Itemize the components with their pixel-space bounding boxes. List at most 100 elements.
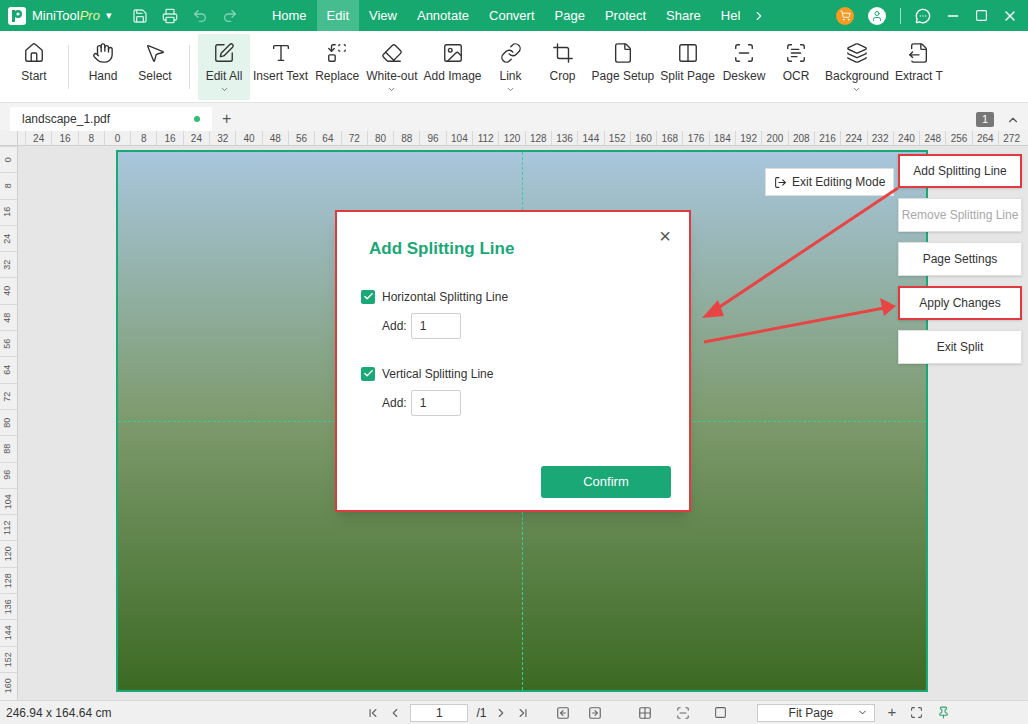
confirm-button[interactable]: Confirm bbox=[541, 466, 671, 498]
menu-item[interactable]: Edit bbox=[317, 0, 359, 31]
toolbar-button[interactable]: Edit All bbox=[198, 34, 250, 100]
tool-icon bbox=[908, 42, 930, 64]
ruler-label: 152 bbox=[0, 646, 17, 672]
menu-item[interactable]: Convert bbox=[479, 0, 545, 31]
exit-icon bbox=[774, 176, 787, 189]
menu-item[interactable]: Home bbox=[262, 0, 317, 31]
add-tab-button[interactable]: + bbox=[222, 107, 231, 131]
toolbar-button[interactable]: OCR bbox=[770, 34, 822, 100]
toolbar-separator bbox=[189, 45, 190, 89]
minimize-icon[interactable] bbox=[945, 8, 961, 24]
dialog-close-button[interactable]: × bbox=[659, 226, 671, 246]
ruler-label: 192 bbox=[735, 131, 761, 145]
ruler-label: 160 bbox=[0, 672, 17, 698]
toolbar-button[interactable]: Deskew bbox=[718, 34, 770, 100]
ruler-label: 8 bbox=[130, 131, 156, 145]
ruler-label: 8 bbox=[0, 172, 17, 198]
ruler-label: 96 bbox=[419, 131, 445, 145]
pin-icon[interactable] bbox=[937, 706, 950, 719]
toolbar-button[interactable]: Background bbox=[822, 34, 892, 100]
split-menu-item[interactable]: Page Settings bbox=[898, 242, 1022, 276]
last-page-icon[interactable] bbox=[516, 706, 530, 720]
dialog-title: Add Splitting Line bbox=[369, 236, 514, 262]
toolbar-button[interactable]: Page Setup bbox=[589, 34, 658, 100]
next-view-icon[interactable] bbox=[588, 706, 602, 720]
ruler-label: 168 bbox=[656, 131, 682, 145]
checkbox[interactable] bbox=[361, 367, 375, 381]
page-layout-icon[interactable] bbox=[638, 706, 652, 720]
tool-icon bbox=[381, 42, 403, 64]
toolbar-button[interactable]: Select bbox=[129, 34, 181, 100]
feedback-icon[interactable] bbox=[915, 8, 931, 24]
collapse-icon[interactable] bbox=[1006, 113, 1020, 127]
print-icon[interactable] bbox=[162, 8, 178, 24]
toolbar-button[interactable]: Link bbox=[485, 34, 537, 100]
ruler-label: 16 bbox=[51, 131, 77, 145]
status-bar: 246.94 x 164.64 cm1/1Fit Page+ bbox=[0, 700, 1028, 724]
fit-page-icon[interactable] bbox=[714, 706, 727, 719]
ruler-label: 120 bbox=[0, 540, 17, 566]
ruler-label: 144 bbox=[577, 131, 603, 145]
tool-icon bbox=[785, 42, 807, 64]
ruler-label: 40 bbox=[235, 131, 261, 145]
redo-icon[interactable] bbox=[222, 8, 238, 24]
close-icon[interactable] bbox=[1002, 8, 1018, 24]
toolbar: Start HandSelect Edit AllInsert TextReplac… bbox=[0, 31, 1028, 103]
save-icon[interactable] bbox=[132, 8, 148, 24]
toolbar-button[interactable]: Replace bbox=[311, 34, 363, 100]
menu-item[interactable]: View bbox=[359, 0, 407, 31]
next-page-icon[interactable] bbox=[494, 706, 508, 720]
ruler-label: 88 bbox=[0, 435, 17, 461]
toolbar-button[interactable]: Crop bbox=[537, 34, 589, 100]
split-menu-item[interactable]: Exit Split bbox=[898, 330, 1022, 364]
ruler-label: 8 bbox=[78, 131, 104, 145]
document-tab[interactable]: landscape_1.pdf bbox=[10, 107, 212, 131]
page-number-input[interactable]: 1 bbox=[410, 704, 468, 722]
ruler-label: 96 bbox=[0, 462, 17, 488]
checkbox[interactable] bbox=[361, 290, 375, 304]
toolbar-button[interactable]: Start bbox=[8, 34, 60, 100]
zoom-in-button[interactable]: + bbox=[887, 701, 896, 724]
ruler-label: 224 bbox=[840, 131, 866, 145]
menu-bar: HomeEditViewAnnotateConvertPageProtectSh… bbox=[262, 0, 766, 31]
tool-icon bbox=[92, 42, 114, 64]
line-count-input[interactable]: 1 bbox=[411, 390, 461, 416]
toolbar-button[interactable]: Split Page bbox=[657, 34, 718, 100]
ruler-label: 24 bbox=[183, 131, 209, 145]
toolbar-button[interactable]: White-out bbox=[363, 34, 420, 100]
app-menu-caret[interactable]: ▾ bbox=[106, 7, 112, 24]
undo-icon[interactable] bbox=[192, 8, 208, 24]
split-menu-item[interactable]: Apply Changes bbox=[898, 286, 1022, 320]
full-screen-icon[interactable] bbox=[910, 706, 923, 719]
previous-view-icon[interactable] bbox=[556, 706, 570, 720]
menu-item[interactable]: Protect bbox=[595, 0, 656, 31]
toolbar-button[interactable]: Insert Text bbox=[250, 34, 311, 100]
user-icon[interactable] bbox=[868, 7, 886, 25]
line-count-input[interactable]: 1 bbox=[411, 313, 461, 339]
toolbar-button[interactable]: Hand bbox=[77, 34, 129, 100]
ruler-label: 208 bbox=[788, 131, 814, 145]
title-bar: MiniToolPro▾HomeEditViewAnnotateConvertP… bbox=[0, 0, 1028, 31]
maximize-icon[interactable] bbox=[975, 9, 988, 22]
split-menu-item[interactable]: Add Splitting Line bbox=[898, 154, 1022, 188]
zoom-caret-icon bbox=[857, 707, 868, 718]
toolbar-button[interactable]: Extract T bbox=[892, 34, 946, 100]
ruler-label: 136 bbox=[551, 131, 577, 145]
fit-width-icon[interactable] bbox=[676, 706, 690, 720]
cart-icon[interactable] bbox=[836, 7, 854, 25]
ruler-label: 256 bbox=[945, 131, 971, 145]
more-menus-icon[interactable] bbox=[752, 9, 766, 23]
exit-editing-button[interactable]: Exit Editing Mode bbox=[765, 168, 894, 196]
ruler-label: 176 bbox=[682, 131, 708, 145]
menu-item[interactable]: Hel bbox=[711, 0, 751, 31]
first-page-icon[interactable] bbox=[366, 706, 380, 720]
menu-item[interactable]: Page bbox=[545, 0, 595, 31]
menu-item[interactable]: Share bbox=[656, 0, 711, 31]
previous-page-icon[interactable] bbox=[388, 706, 402, 720]
toolbar-button[interactable]: Add Image bbox=[421, 34, 485, 100]
split-menu: Add Splitting LineRemove Splitting LineP… bbox=[898, 154, 1022, 364]
menu-item[interactable]: Annotate bbox=[407, 0, 479, 31]
tool-icon bbox=[552, 42, 574, 64]
ruler-label: 112 bbox=[0, 514, 17, 540]
zoom-select[interactable]: Fit Page bbox=[757, 704, 875, 722]
